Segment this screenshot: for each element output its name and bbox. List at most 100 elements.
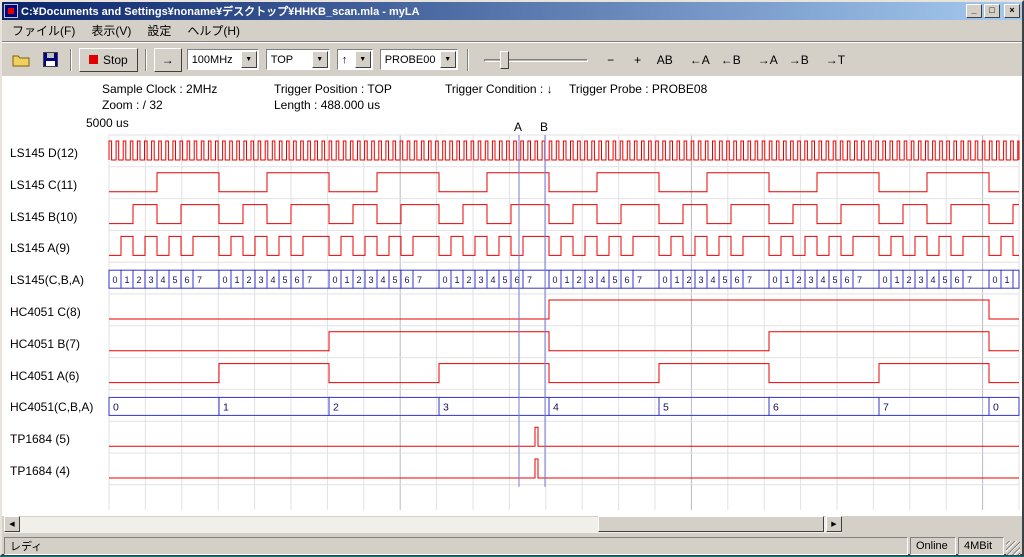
toolbar: Stop → 100MHz ▼ TOP ▼ ↑ ▼ PROBE00 ▼ − + … [2,42,1022,76]
maximize-button[interactable]: □ [984,4,1000,18]
open-file-button[interactable] [8,48,34,72]
save-button[interactable] [37,48,63,72]
svg-text:6: 6 [624,275,629,285]
slider-thumb[interactable] [500,51,509,69]
svg-text:5: 5 [392,275,397,285]
svg-text:4: 4 [710,275,715,285]
ab-range-button[interactable]: AB [653,48,677,72]
capture-view: 0123456701234567012345670123456701234567… [2,76,1022,516]
scroll-left-arrow[interactable]: ◀ [4,516,20,532]
goto-cursor-a-button[interactable]: ←A [686,48,714,72]
run-button[interactable]: → [154,48,182,72]
trigger-position-text: Trigger Position : TOP [274,82,392,96]
svg-text:1: 1 [674,275,679,285]
app-icon [4,4,18,18]
svg-text:5: 5 [172,275,177,285]
svg-text:1: 1 [784,275,789,285]
set-cursor-b-button[interactable]: →B [785,48,813,72]
zoom-slider[interactable] [484,49,588,71]
cursor-b-label[interactable]: B [540,120,548,134]
trigger-position-combo[interactable]: TOP ▼ [266,49,330,70]
timebase-text: 5000 us [86,116,129,130]
floppy-disk-icon [43,52,58,67]
svg-text:2: 2 [686,275,691,285]
svg-text:4: 4 [490,275,495,285]
svg-text:0: 0 [662,275,667,285]
goto-cursor-b-button[interactable]: ←B [717,48,745,72]
svg-text:4: 4 [380,275,385,285]
toolbar-separator [145,49,147,71]
svg-text:7: 7 [527,275,532,285]
svg-text:0: 0 [552,275,557,285]
trigger-position-value: TOP [267,54,312,66]
channel-label: HC4051(C,B,A) [10,400,93,414]
svg-text:3: 3 [588,275,593,285]
svg-text:4: 4 [270,275,275,285]
svg-text:7: 7 [197,275,202,285]
svg-text:7: 7 [967,275,972,285]
svg-text:0: 0 [992,275,997,285]
scrollbar-thumb[interactable] [598,516,824,532]
svg-text:7: 7 [637,275,642,285]
cursor-a-label[interactable]: A [514,120,522,134]
dropdown-arrow-icon[interactable]: ▼ [440,51,456,68]
svg-text:2: 2 [796,275,801,285]
trigger-probe-combo[interactable]: PROBE00 ▼ [380,49,458,70]
svg-text:3: 3 [918,275,923,285]
svg-text:3: 3 [443,401,449,413]
svg-text:6: 6 [954,275,959,285]
svg-text:0: 0 [112,275,117,285]
svg-text:5: 5 [832,275,837,285]
close-button[interactable]: × [1004,4,1020,18]
zoom-in-button[interactable]: + [626,48,650,72]
svg-text:0: 0 [993,401,999,413]
menu-file[interactable]: ファイル(F) [4,19,83,42]
menu-view[interactable]: 表示(V) [83,19,139,42]
stop-button[interactable]: Stop [79,48,138,72]
goto-trigger-button[interactable]: →T [822,48,849,72]
svg-text:2: 2 [466,275,471,285]
resize-grip[interactable] [1006,541,1020,555]
sample-rate-combo[interactable]: 100MHz ▼ [187,49,259,70]
dropdown-arrow-icon[interactable]: ▼ [355,51,371,68]
titlebar: C:¥Documents and Settings¥noname¥デスクトップ¥… [2,2,1022,20]
svg-text:2: 2 [356,275,361,285]
svg-text:0: 0 [332,275,337,285]
svg-text:1: 1 [1004,275,1009,285]
svg-text:6: 6 [294,275,299,285]
trigger-probe-text: Trigger Probe : PROBE08 [569,82,707,96]
set-cursor-a-button[interactable]: →A [754,48,782,72]
trigger-edge-combo[interactable]: ↑ ▼ [337,49,373,70]
svg-text:2: 2 [906,275,911,285]
svg-text:6: 6 [773,401,779,413]
svg-text:7: 7 [857,275,862,285]
trigger-edge-value: ↑ [338,54,355,66]
zoom-text: Zoom : / 32 [102,98,163,112]
dropdown-arrow-icon[interactable]: ▼ [241,51,257,68]
dropdown-arrow-icon[interactable]: ▼ [312,51,328,68]
menu-settings[interactable]: 設定 [139,19,179,42]
svg-text:2: 2 [136,275,141,285]
waveform-plot[interactable]: 0123456701234567012345670123456701234567… [2,76,1022,516]
svg-text:4: 4 [930,275,935,285]
status-online-badge: Online [910,537,956,555]
svg-text:0: 0 [882,275,887,285]
app-window: C:¥Documents and Settings¥noname¥デスクトップ¥… [0,0,1024,556]
horizontal-scrollbar[interactable]: ◀ ▶ [2,516,1022,534]
scroll-right-arrow[interactable]: ▶ [826,516,842,532]
zoom-out-button[interactable]: − [599,48,623,72]
minimize-button[interactable]: _ [966,4,982,18]
svg-text:1: 1 [894,275,899,285]
svg-text:4: 4 [600,275,605,285]
stop-button-label: Stop [103,53,128,67]
menu-help[interactable]: ヘルプ(H) [179,19,248,42]
svg-text:1: 1 [223,401,229,413]
svg-text:5: 5 [502,275,507,285]
svg-text:3: 3 [368,275,373,285]
toolbar-separator [467,49,469,71]
toolbar-separator [70,49,72,71]
svg-text:7: 7 [307,275,312,285]
menu-bar: ファイル(F) 表示(V) 設定 ヘルプ(H) [2,20,1022,42]
status-bar: レディ Online 4MBit [2,534,1022,557]
channel-label: HC4051 C(8) [10,305,81,319]
